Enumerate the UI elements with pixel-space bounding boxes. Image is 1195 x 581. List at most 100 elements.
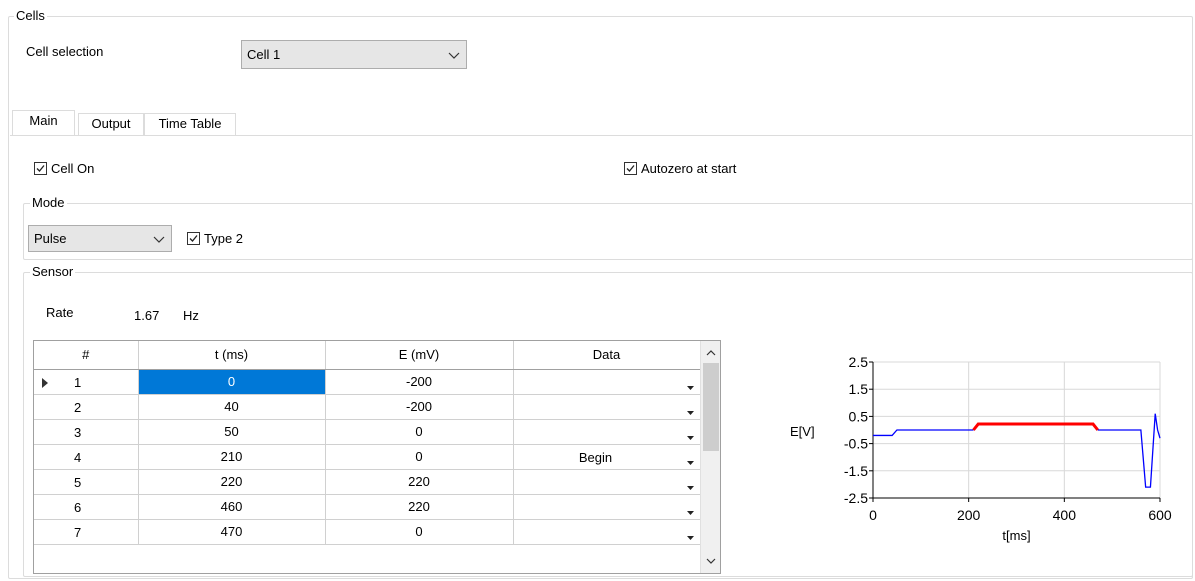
rate-label: Rate — [46, 305, 74, 320]
time-cell[interactable]: 470 — [138, 519, 326, 545]
scroll-down-icon[interactable] — [705, 555, 717, 567]
row-header-cell[interactable]: 3 — [34, 419, 139, 445]
y-tick-label: 0.5 — [849, 408, 869, 424]
table-row[interactable]: 3 50 0 — [34, 419, 701, 445]
checkbox-box — [624, 162, 637, 175]
data-dropdown-cell[interactable] — [513, 494, 701, 520]
cells-group-title: Cells — [14, 8, 47, 23]
data-dropdown-cell[interactable] — [513, 469, 701, 495]
dropdown-arrow-icon[interactable] — [686, 454, 694, 465]
row-number: 2 — [74, 399, 82, 415]
potential-cell[interactable]: 220 — [325, 494, 514, 520]
cell-selection-label: Cell selection — [26, 44, 104, 59]
cell-selection-value: Cell 1 — [247, 47, 281, 62]
tab-output-label: Output — [91, 116, 131, 131]
table-header-row: # t (ms) E (mV) Data — [34, 341, 701, 370]
timing-table[interactable]: # t (ms) E (mV) Data 1 0 -200 2 40 -200 3 50 0 4 2… — [33, 340, 721, 574]
dropdown-arrow-icon[interactable] — [686, 429, 694, 440]
column-header[interactable]: # — [34, 341, 139, 370]
dropdown-arrow-icon[interactable] — [686, 404, 694, 415]
row-header-cell[interactable]: 1 — [34, 369, 139, 395]
y-tick-label: -2.5 — [844, 490, 868, 506]
row-number: 7 — [74, 524, 82, 540]
y-tick-label: 2.5 — [849, 354, 869, 370]
row-header-cell[interactable]: 4 — [34, 444, 139, 470]
column-header[interactable]: Data — [513, 341, 701, 370]
table-row[interactable]: 2 40 -200 — [34, 394, 701, 420]
column-header[interactable]: E (mV) — [325, 341, 514, 370]
current-row-icon — [42, 376, 48, 391]
checkbox-box — [187, 232, 200, 245]
tab-time-table[interactable]: Time Table — [144, 113, 236, 135]
chevron-down-icon — [448, 52, 460, 59]
checkmark-icon — [36, 165, 45, 172]
potential-cell[interactable]: 0 — [325, 519, 514, 545]
row-header-cell[interactable]: 6 — [34, 494, 139, 520]
y-tick-label: -1.5 — [844, 463, 868, 479]
table-row[interactable]: 1 0 -200 — [34, 369, 701, 395]
checkmark-icon — [189, 235, 198, 242]
potential-cell[interactable]: 0 — [325, 444, 514, 470]
data-dropdown-cell[interactable] — [513, 369, 701, 395]
potential-cell[interactable]: 0 — [325, 419, 514, 445]
type2-label: Type 2 — [204, 231, 244, 246]
row-header-cell[interactable]: 7 — [34, 519, 139, 545]
time-cell[interactable]: 50 — [138, 419, 326, 445]
x-tick-label: 0 — [869, 507, 877, 523]
row-header-cell[interactable]: 2 — [34, 394, 139, 420]
autozero-label: Autozero at start — [641, 161, 737, 176]
time-cell[interactable]: 210 — [138, 444, 326, 470]
table-vertical-scrollbar[interactable] — [700, 341, 720, 573]
data-dropdown-cell[interactable]: Begin — [513, 444, 701, 470]
dropdown-arrow-icon[interactable] — [686, 479, 694, 490]
tab-main-label: Main — [29, 113, 58, 128]
scroll-up-icon[interactable] — [705, 347, 717, 359]
chevron-down-icon — [153, 236, 165, 243]
time-cell[interactable]: 40 — [138, 394, 326, 420]
dropdown-arrow-icon[interactable] — [686, 529, 694, 540]
table-row[interactable]: 4 210 0 Begin — [34, 444, 701, 470]
x-tick-label: 400 — [1053, 507, 1077, 523]
dropdown-arrow-icon[interactable] — [686, 504, 694, 515]
autozero-checkbox[interactable]: Autozero at start — [624, 161, 736, 176]
cell-on-label: Cell On — [51, 161, 95, 176]
table-row[interactable]: 7 470 0 — [34, 519, 701, 545]
cell-on-checkbox[interactable]: Cell On — [34, 161, 94, 176]
data-dropdown-cell[interactable] — [513, 419, 701, 445]
mode-group-title: Mode — [30, 195, 67, 210]
time-cell[interactable]: 220 — [138, 469, 326, 495]
x-axis-label: t[ms] — [1002, 528, 1030, 543]
column-header[interactable]: t (ms) — [138, 341, 326, 370]
time-cell[interactable]: 460 — [138, 494, 326, 520]
table-row[interactable]: 6 460 220 — [34, 494, 701, 520]
x-tick-label: 200 — [957, 507, 981, 523]
tab-output[interactable]: Output — [78, 113, 144, 135]
type2-checkbox[interactable]: Type 2 — [187, 231, 243, 246]
scrollbar-thumb[interactable] — [703, 363, 719, 451]
dropdown-arrow-icon[interactable] — [686, 379, 694, 390]
potential-cell[interactable]: -200 — [325, 369, 514, 395]
checkbox-box — [34, 162, 47, 175]
y-axis-label: E[V] — [790, 424, 815, 439]
potential-cell[interactable]: -200 — [325, 394, 514, 420]
tab-main[interactable]: Main — [12, 110, 75, 135]
pulse-chart: 2.5 1.5 0.5 -0.5 -1.5 -2.50 200 400 600 E[V] t[ms] — [790, 354, 1172, 543]
timing-table-body: # t (ms) E (mV) Data 1 0 -200 2 40 -200 3 50 0 4 2… — [34, 341, 701, 545]
series-line-2 — [1097, 413, 1161, 488]
mode-combo[interactable]: Pulse — [28, 225, 172, 252]
cell-selection-combo[interactable]: Cell 1 — [241, 40, 467, 69]
mode-value: Pulse — [34, 231, 67, 246]
tab-strip-line — [10, 135, 1193, 136]
data-dropdown-cell[interactable] — [513, 519, 701, 545]
checkmark-icon — [626, 165, 635, 172]
row-number: 3 — [74, 424, 82, 440]
potential-cell[interactable]: 220 — [325, 469, 514, 495]
sensor-group-title: Sensor — [30, 264, 76, 279]
table-row[interactable]: 5 220 220 — [34, 469, 701, 495]
row-header-cell[interactable]: 5 — [34, 469, 139, 495]
time-cell[interactable]: 0 — [138, 369, 326, 395]
y-tick-label: 1.5 — [849, 381, 869, 397]
row-number: 4 — [74, 449, 82, 465]
series-line-1 — [972, 422, 1099, 431]
data-dropdown-cell[interactable] — [513, 394, 701, 420]
